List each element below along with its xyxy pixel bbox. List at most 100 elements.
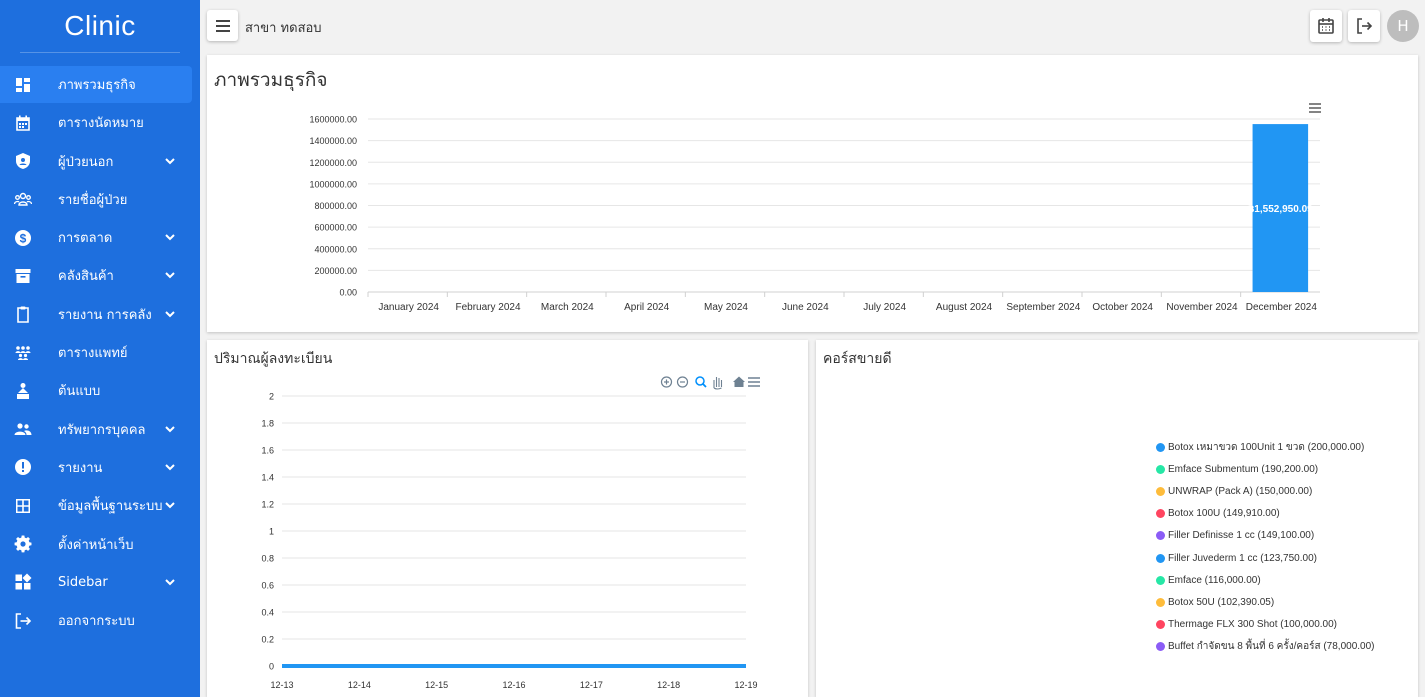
sidebar-item-label: ตั้งค่าหน้าเว็บ <box>58 537 134 553</box>
y-tick-label: 1.4 <box>261 473 274 483</box>
clipboard-icon <box>14 305 32 324</box>
sidebar-item-14[interactable]: Sidebar <box>0 564 192 601</box>
sidebar-item-5[interactable]: $ การตลาด <box>0 219 192 256</box>
people-group-icon <box>14 190 32 208</box>
chevron-down-icon[interactable] <box>164 499 176 511</box>
chevron-down-icon[interactable] <box>164 461 176 473</box>
logout-icon <box>14 612 32 630</box>
sidebar-item-13[interactable]: ตั้งค่าหน้าเว็บ <box>0 526 192 563</box>
x-tick-label: 12-14 <box>348 680 371 690</box>
sidebar-item-15[interactable]: ออกจากระบบ <box>0 602 192 639</box>
calendar-icon <box>14 114 32 132</box>
sidebar-item-8[interactable]: ตารางแพทย์ <box>0 334 192 371</box>
legend-label: Thermage FLX 300 Shot (100,000.00) <box>1168 619 1337 631</box>
y-tick-label: 1600000.00 <box>309 115 357 125</box>
grid-icon <box>14 497 32 515</box>
avatar[interactable]: H <box>1387 10 1419 42</box>
y-tick-label: 1.8 <box>261 419 274 429</box>
sidebar-item-3[interactable]: ผู้ป่วยนอก <box>0 143 192 180</box>
sidebar-item-6[interactable]: คลังสินค้า <box>0 257 192 294</box>
inventory-icon <box>14 267 32 285</box>
x-tick-label: June 2024 <box>782 302 829 313</box>
legend-marker <box>1156 509 1165 519</box>
x-tick-label: March 2024 <box>541 302 594 313</box>
chevron-down-icon[interactable] <box>164 231 176 243</box>
y-tick-label: 0.6 <box>261 581 274 591</box>
sidebar-item-9[interactable]: ต้นแบบ <box>0 372 192 409</box>
y-tick-label: 0.2 <box>261 635 274 645</box>
sidebar-item-2[interactable]: ตารางนัดหมาย <box>0 104 192 141</box>
calendar-icon <box>1318 18 1334 34</box>
hamburger-icon <box>215 19 230 32</box>
legend-label: Botox 100U (149,910.00) <box>1168 508 1280 520</box>
y-tick-label: 2 <box>269 392 274 402</box>
legend-item[interactable]: Botox เหมาขวด 100Unit 1 ขวด (200,000.00) <box>1156 436 1375 458</box>
sidebar-item-label: ตารางนัดหมาย <box>58 116 144 132</box>
menu-toggle-button[interactable] <box>207 10 238 41</box>
sidebar-item-label: ทรัพยากรบุคคล <box>58 422 146 438</box>
sidebar-item-12[interactable]: ข้อมูลพื้นฐานระบบ <box>0 487 192 524</box>
sidebar-item-10[interactable]: ทรัพยากรบุคคล <box>0 411 192 448</box>
registrations-card: ปริมาณผู้ลงทะเบียน 0 0.2 0.4 0.6 0.8 1 1.2 1.4 1… <box>207 340 808 697</box>
sidebar-item-label: ต้นแบบ <box>58 384 101 400</box>
bestsellers-title: คอร์สขายดี <box>823 351 892 367</box>
sidebar-item-label: ผู้ป่วยนอก <box>58 154 114 170</box>
legend-item[interactable]: Buffet กำจัดขน 8 พื้นที่ 6 ครั้ง/คอร์ส (… <box>1156 636 1375 658</box>
gear-icon <box>14 535 32 553</box>
legend-item[interactable]: Filler Definisse 1 cc (149,100.00) <box>1156 525 1375 547</box>
legend-marker <box>1156 642 1165 652</box>
sidebar-item-4[interactable]: รายชื่อผู้ป่วย <box>0 181 192 218</box>
topbar: สาขา ทดสอบ H <box>200 0 1425 50</box>
x-tick-label: October 2024 <box>1092 302 1153 313</box>
legend-item[interactable]: Emface (116,000.00) <box>1156 569 1375 591</box>
bestsellers-card: คอร์สขายดี Botox เหมาขวด 100Unit 1 ขวด (… <box>816 340 1418 697</box>
y-tick-label: 0 <box>269 662 274 672</box>
sidebar-nav: ภาพรวมธุรกิจตารางนัดหมายผู้ป่วยนอกรายชื่… <box>0 66 200 639</box>
chevron-down-icon[interactable] <box>164 155 176 167</box>
sidebar-item-11[interactable]: รายงาน <box>0 449 192 486</box>
y-tick-label: 1000000.00 <box>309 179 357 189</box>
legend-marker <box>1156 553 1165 563</box>
legend-marker <box>1156 531 1165 541</box>
chevron-down-icon[interactable] <box>164 576 176 588</box>
legend-label: Filler Definisse 1 cc (149,100.00) <box>1168 530 1315 542</box>
legend-item[interactable]: Botox 50U (102,390.05) <box>1156 591 1375 613</box>
x-tick-label: November 2024 <box>1166 302 1238 313</box>
y-tick-label: 1.6 <box>261 446 274 456</box>
y-tick-label: 1 <box>269 527 274 537</box>
sidebar-item-label: Sidebar <box>58 574 108 590</box>
legend-label: Filler Juvederm 1 cc (123,750.00) <box>1168 552 1317 564</box>
chevron-down-icon[interactable] <box>164 308 176 320</box>
x-tick-label: May 2024 <box>704 302 748 313</box>
legend-item[interactable]: Botox 100U (149,910.00) <box>1156 503 1375 525</box>
y-tick-label: 1.2 <box>261 500 274 510</box>
legend-marker <box>1156 597 1165 607</box>
shapes-icon <box>14 382 32 400</box>
chevron-down-icon[interactable] <box>164 423 176 435</box>
legend-marker <box>1156 486 1165 496</box>
dashboard-icon <box>14 76 32 94</box>
sidebar-item-label: รายชื่อผู้ป่วย <box>58 192 128 208</box>
calendar-button[interactable] <box>1310 10 1342 42</box>
sidebar: Clinic ภาพรวมธุรกิจตารางนัดหมายผู้ป่วยนอ… <box>0 0 200 697</box>
legend-label: UNWRAP (Pack A) (150,000.00) <box>1168 485 1313 497</box>
legend-item[interactable]: Filler Juvederm 1 cc (123,750.00) <box>1156 547 1375 569</box>
alert-icon <box>14 458 32 476</box>
legend-label: Botox เหมาขวด 100Unit 1 ขวด (200,000.00) <box>1168 441 1365 453</box>
legend-item[interactable]: UNWRAP (Pack A) (150,000.00) <box>1156 480 1375 502</box>
sidebar-item-1[interactable]: ภาพรวมธุรกิจ <box>0 66 192 103</box>
sidebar-item-label: ออกจากระบบ <box>58 614 135 630</box>
legend-item[interactable]: Thermage FLX 300 Shot (100,000.00) <box>1156 614 1375 636</box>
pie-legend: Botox เหมาขวด 100Unit 1 ขวด (200,000.00)… <box>1156 436 1375 658</box>
brand-logo: Clinic <box>64 10 136 41</box>
sidebar-item-7[interactable]: รายงาน การคลัง <box>0 296 192 333</box>
brand-divider <box>20 52 180 53</box>
chevron-down-icon[interactable] <box>164 269 176 281</box>
sidebar-item-label: การตลาด <box>58 231 113 247</box>
svg-text:$: $ <box>20 231 27 245</box>
sidebar-item-label: รายงาน การคลัง <box>58 307 152 323</box>
registrations-line-chart: 0 0.2 0.4 0.6 0.8 1 1.2 1.4 1.6 1.8 2 12-13 12-14 12-… <box>261 392 757 691</box>
sidebar-item-label: ภาพรวมธุรกิจ <box>58 78 136 93</box>
legend-item[interactable]: Emface Submentum (190,200.00) <box>1156 458 1375 480</box>
logout-button[interactable] <box>1348 10 1380 42</box>
